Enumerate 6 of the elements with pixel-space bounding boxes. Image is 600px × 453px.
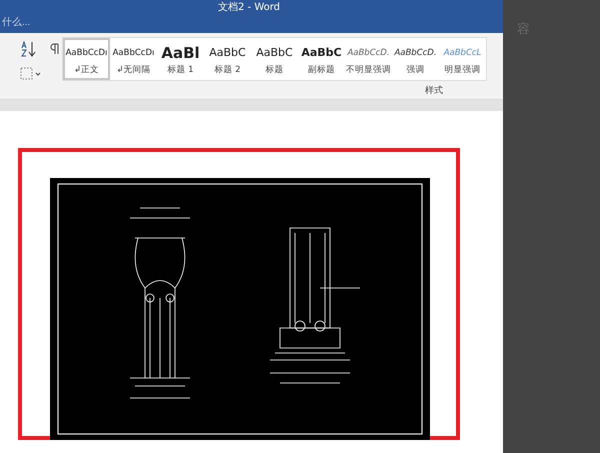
style-option[interactable]: AaBbCcDı ↲正文: [63, 38, 110, 80]
sort-icon[interactable]: [20, 41, 38, 57]
group-label: 样式: [425, 84, 443, 97]
tell-me-field[interactable]: 什么...: [0, 17, 64, 28]
window-title: 文档2 - Word: [218, 0, 280, 14]
borders-icon[interactable]: [20, 67, 42, 81]
